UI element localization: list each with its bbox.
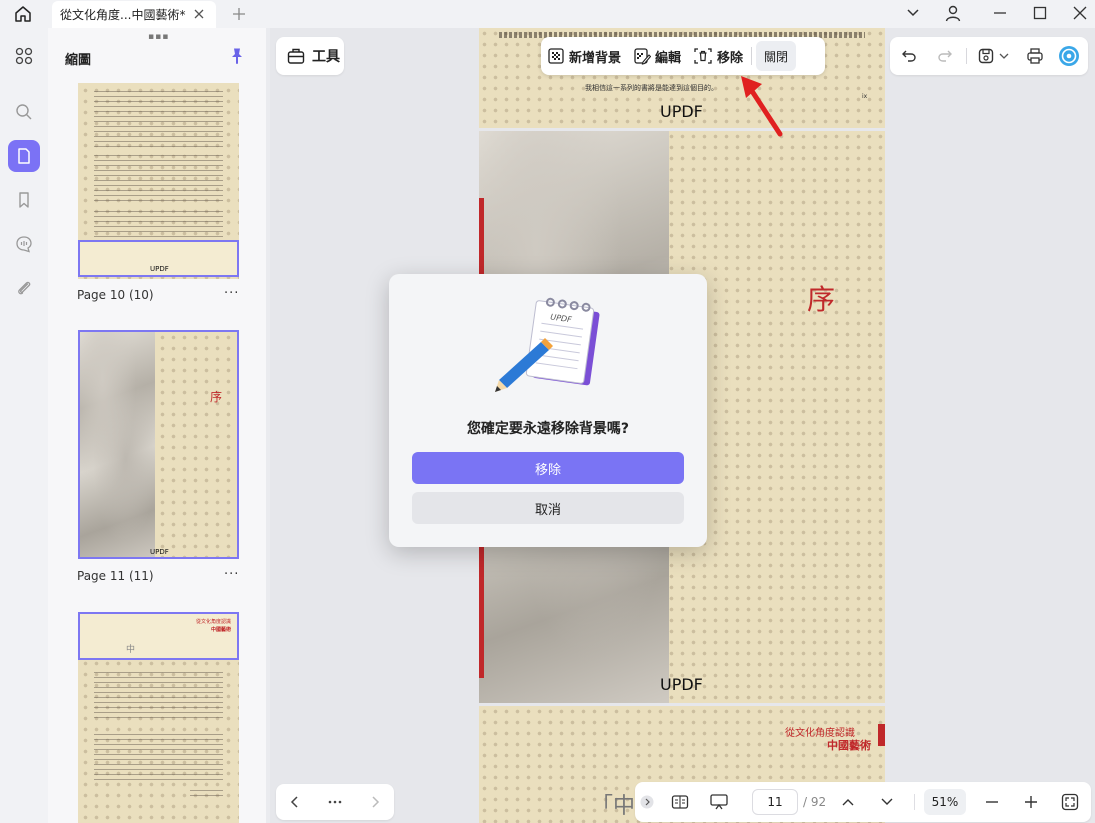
home-icon[interactable] bbox=[10, 3, 36, 25]
thumb-more-button[interactable]: ··· bbox=[224, 286, 239, 301]
add-background-label: 新增背景 bbox=[569, 50, 622, 66]
add-background-button[interactable]: 新增背景 bbox=[541, 41, 627, 71]
thumb-heading: 中國藝術 bbox=[210, 627, 231, 633]
reading-mode-icon[interactable] bbox=[669, 791, 691, 813]
title-bar: 從文化角度...中國藝術* bbox=[0, 0, 1095, 28]
zoom-in-icon[interactable] bbox=[1020, 791, 1042, 813]
tab-title: 從文化角度...中國藝術* bbox=[60, 8, 186, 22]
account-icon[interactable] bbox=[941, 2, 965, 24]
collapse-icon[interactable] bbox=[639, 791, 655, 813]
page-number-input[interactable] bbox=[752, 789, 798, 815]
close-toolbar-button[interactable]: 關閉 bbox=[756, 41, 797, 71]
previous-icon[interactable] bbox=[284, 791, 306, 813]
add-background-icon bbox=[548, 48, 564, 64]
document-tab[interactable]: 從文化角度...中國藝術* bbox=[52, 1, 216, 28]
zoom-out-icon[interactable] bbox=[981, 791, 1003, 813]
red-arrow-icon bbox=[741, 76, 783, 137]
page-thumbnail[interactable]: 序 UPDF bbox=[78, 330, 239, 559]
chevron-down-icon[interactable] bbox=[901, 2, 925, 24]
minimize-icon[interactable] bbox=[988, 2, 1012, 24]
maximize-icon[interactable] bbox=[1028, 2, 1052, 24]
red-marker bbox=[878, 724, 885, 746]
thumb-mountain-image bbox=[80, 332, 155, 557]
text-block bbox=[94, 155, 223, 205]
page-nav bbox=[276, 784, 394, 820]
page-total: / 92 bbox=[803, 795, 827, 809]
page-up-icon[interactable] bbox=[837, 791, 859, 813]
presentation-icon[interactable] bbox=[708, 791, 730, 813]
thumb-more-button[interactable]: ··· bbox=[224, 567, 239, 582]
page-numeral: ix bbox=[862, 93, 868, 100]
notepad-illustration-icon: UPDF bbox=[495, 297, 600, 392]
chevron-down-icon[interactable] bbox=[997, 45, 1011, 67]
page-footer: UPDF bbox=[660, 675, 703, 694]
remove-background-button[interactable]: 移除 bbox=[687, 41, 749, 71]
thumb-footer: UPDF bbox=[150, 265, 169, 273]
add-tab-icon[interactable] bbox=[229, 4, 249, 24]
save-icon[interactable] bbox=[975, 45, 997, 67]
remove-background-icon bbox=[694, 48, 712, 64]
page-title: 中國藝術 bbox=[827, 739, 871, 752]
page-char: 「中 bbox=[591, 794, 636, 819]
text-block bbox=[94, 672, 223, 722]
redo-icon[interactable] bbox=[934, 45, 956, 67]
status-bar: / 92 51% bbox=[635, 782, 1091, 822]
thumb-char: 中 bbox=[126, 645, 136, 655]
thumb-subtitle: 從文化角度認識 bbox=[195, 619, 231, 625]
ai-assistant-icon[interactable] bbox=[1058, 45, 1080, 67]
window-close-icon[interactable] bbox=[1068, 2, 1092, 24]
text-block bbox=[94, 734, 223, 780]
bookmark-icon[interactable] bbox=[8, 184, 40, 216]
search-icon[interactable] bbox=[8, 96, 40, 128]
next-icon[interactable] bbox=[364, 791, 386, 813]
fit-page-icon[interactable] bbox=[1059, 791, 1081, 813]
thumbnail-selection: 從文化角度認識 中國藝術 中 bbox=[78, 612, 239, 660]
tools-label: 工具 bbox=[312, 49, 340, 65]
comment-icon[interactable] bbox=[8, 228, 40, 260]
page-footer: UPDF bbox=[660, 102, 703, 121]
close-icon[interactable] bbox=[192, 7, 206, 21]
toolbox-icon bbox=[287, 48, 305, 64]
thumb-label: Page 11 (11) bbox=[77, 569, 154, 583]
pin-icon[interactable] bbox=[228, 47, 246, 65]
thumb-label: Page 10 (10) bbox=[77, 288, 154, 302]
divider bbox=[914, 794, 915, 810]
divider bbox=[966, 48, 967, 64]
tools-button[interactable]: 工具 bbox=[276, 37, 344, 75]
thumbnail-selection: UPDF bbox=[78, 240, 239, 277]
text-block bbox=[94, 91, 223, 149]
attachment-icon[interactable] bbox=[8, 272, 40, 304]
thumb-heading: 序 bbox=[210, 390, 223, 404]
thumb-footer: UPDF bbox=[150, 548, 169, 556]
edit-background-icon bbox=[634, 48, 652, 65]
undo-icon[interactable] bbox=[898, 45, 920, 67]
page-heading: 序 bbox=[807, 283, 836, 316]
panel-drag-handle[interactable]: ▪▪▪ bbox=[148, 32, 169, 42]
thumbnail-panel: ▪▪▪ 縮圖 UPDF Page 10 (10) ··· 序 UPDF Page… bbox=[48, 28, 266, 823]
text-block bbox=[94, 211, 223, 241]
zoom-level[interactable]: 51% bbox=[924, 789, 966, 815]
page-down-icon[interactable] bbox=[876, 791, 898, 813]
background-toolbar: 新增背景 編輯 移除 關閉 bbox=[541, 37, 825, 75]
left-rail bbox=[0, 28, 48, 823]
cancel-button[interactable]: 取消 bbox=[412, 492, 684, 524]
apps-icon[interactable] bbox=[8, 40, 40, 72]
thumbnails-icon[interactable] bbox=[8, 140, 40, 172]
edit-background-label: 編輯 bbox=[655, 50, 682, 66]
right-toolbar bbox=[890, 37, 1088, 75]
confirm-dialog: UPDF 您確定要永遠移除背景嗎? 移除 取消 bbox=[389, 274, 707, 547]
more-icon[interactable] bbox=[324, 791, 346, 813]
remove-background-label: 移除 bbox=[717, 50, 744, 66]
text-block bbox=[190, 790, 223, 796]
confirm-remove-button[interactable]: 移除 bbox=[412, 452, 684, 484]
print-icon[interactable] bbox=[1024, 45, 1046, 67]
page-sentence: 我相信這一系列的書將是能達到這個目的。 bbox=[585, 84, 718, 92]
divider bbox=[751, 47, 753, 65]
edit-background-button[interactable]: 編輯 bbox=[627, 41, 687, 71]
thumbnails-title: 縮圖 bbox=[65, 53, 92, 68]
dialog-message: 您確定要永遠移除背景嗎? bbox=[466, 421, 630, 437]
